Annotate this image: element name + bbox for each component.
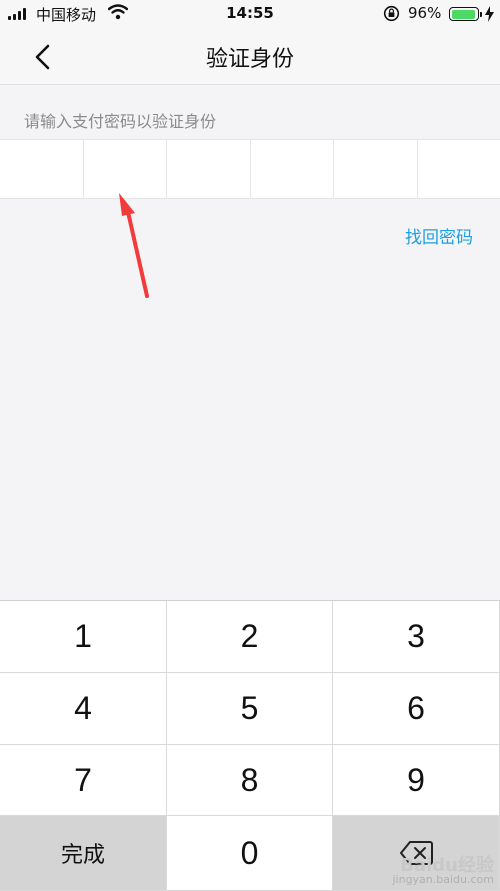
battery-icon — [449, 7, 479, 21]
password-digit-box[interactable] — [334, 140, 418, 198]
password-input[interactable] — [0, 139, 500, 199]
key-0[interactable]: 0 — [167, 816, 333, 891]
key-9[interactable]: 9 — [333, 745, 500, 816]
key-6[interactable]: 6 — [333, 673, 500, 745]
page-title: 验证身份 — [0, 41, 500, 73]
battery-percent: 96% — [408, 4, 441, 22]
key-7[interactable]: 7 — [0, 745, 167, 816]
nav-bar: 验证身份 — [0, 28, 500, 85]
key-8[interactable]: 8 — [167, 745, 333, 816]
forgot-password-link[interactable]: 找回密码 — [405, 223, 473, 248]
password-digit-box[interactable] — [251, 140, 335, 198]
key-3[interactable]: 3 — [333, 601, 500, 673]
key-1[interactable]: 1 — [0, 601, 167, 673]
status-bar: 中国移动 14:55 96% — [0, 0, 500, 28]
rotation-lock-icon — [383, 5, 400, 26]
password-digit-box[interactable] — [84, 140, 168, 198]
watermark-url: jingyan.baidu.com — [392, 873, 494, 886]
password-hint: 请输入支付密码以验证身份 — [24, 108, 216, 132]
key-4[interactable]: 4 — [0, 673, 167, 745]
password-digit-box[interactable] — [418, 140, 500, 198]
password-digit-box[interactable] — [167, 140, 251, 198]
numeric-keypad: 1 2 3 4 5 6 7 8 9 完成 0 — [0, 600, 500, 890]
password-digit-box[interactable] — [0, 140, 84, 198]
key-2[interactable]: 2 — [167, 601, 333, 673]
done-button[interactable]: 完成 — [0, 816, 167, 891]
key-5[interactable]: 5 — [167, 673, 333, 745]
baidu-jingyan-watermark: Baidu经验 jingyan.baidu.com — [392, 860, 494, 886]
charging-bolt-icon — [485, 6, 494, 26]
